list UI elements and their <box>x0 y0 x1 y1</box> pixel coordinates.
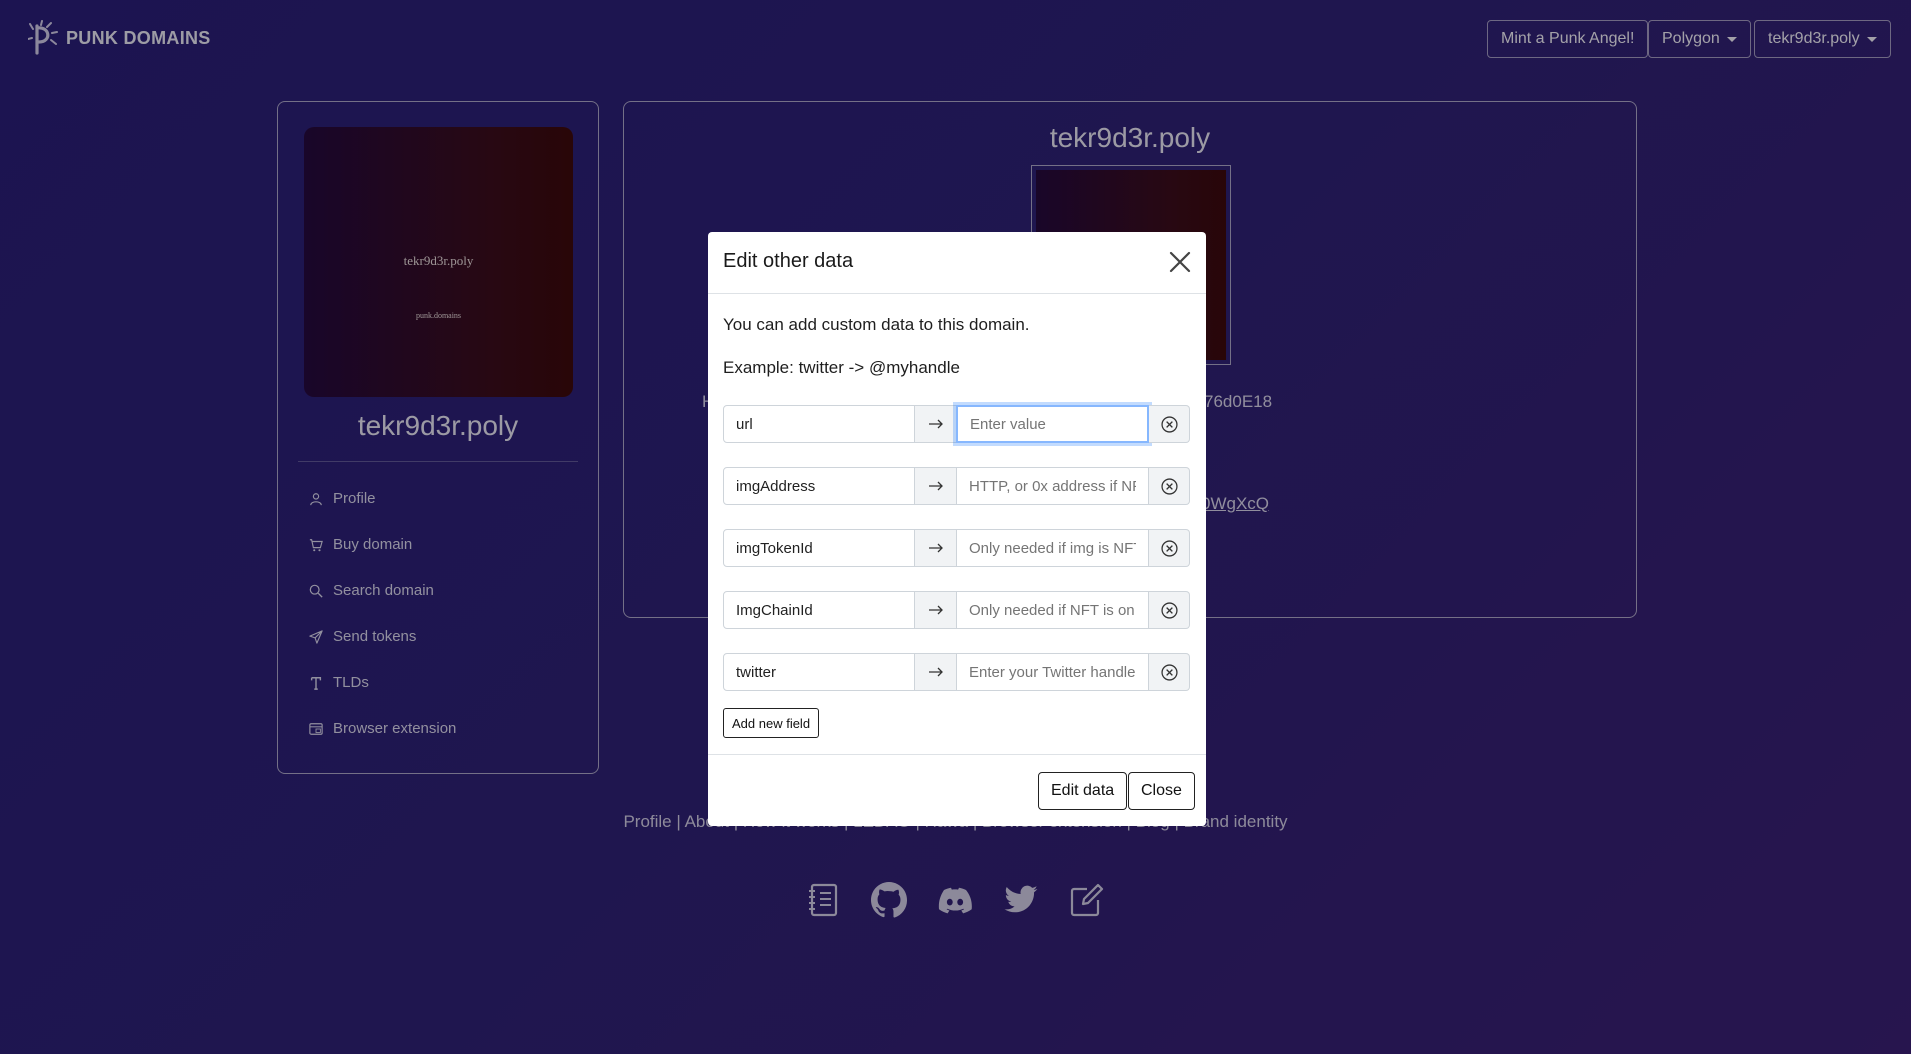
data-row <box>723 653 1190 691</box>
modal-header: Edit other data <box>708 232 1206 294</box>
data-row <box>723 529 1190 567</box>
value-input[interactable] <box>956 653 1149 691</box>
x-circle-icon <box>1160 539 1178 557</box>
data-row <box>723 405 1190 443</box>
x-circle-icon <box>1160 601 1178 619</box>
modal-intro-text: You can add custom data to this domain. <box>723 315 1030 334</box>
remove-field-button[interactable] <box>1149 405 1190 443</box>
arrow-right-icon <box>915 529 956 567</box>
add-new-field-button[interactable]: Add new field <box>723 708 820 738</box>
close-button[interactable]: Close <box>1128 772 1195 810</box>
key-input[interactable] <box>723 529 915 567</box>
value-input[interactable] <box>956 405 1149 443</box>
x-circle-icon <box>1160 663 1178 681</box>
arrow-right-icon <box>915 653 956 691</box>
key-input[interactable] <box>723 653 915 691</box>
modal-example-text: Example: twitter -> @myhandle <box>723 358 960 377</box>
close-icon[interactable] <box>1168 250 1192 274</box>
x-circle-icon <box>1160 477 1178 495</box>
remove-field-button[interactable] <box>1149 529 1190 567</box>
arrow-right-icon <box>915 405 956 443</box>
value-input[interactable] <box>956 591 1149 629</box>
value-input[interactable] <box>956 467 1149 505</box>
x-circle-icon <box>1160 415 1178 433</box>
arrow-right-icon <box>915 467 956 505</box>
key-input[interactable] <box>723 591 915 629</box>
key-input[interactable] <box>723 467 915 505</box>
value-input[interactable] <box>956 529 1149 567</box>
data-row <box>723 467 1190 505</box>
remove-field-button[interactable] <box>1149 467 1190 505</box>
edit-data-button[interactable]: Edit data <box>1038 772 1128 810</box>
remove-field-button[interactable] <box>1149 591 1190 629</box>
remove-field-button[interactable] <box>1149 653 1190 691</box>
edit-other-data-modal: Edit other data You can add custom data … <box>708 232 1206 826</box>
modal-footer: Edit data Close <box>708 754 1206 826</box>
key-input[interactable] <box>723 405 915 443</box>
data-row <box>723 591 1190 629</box>
arrow-right-icon <box>915 591 956 629</box>
modal-title: Edit other data <box>723 250 854 272</box>
